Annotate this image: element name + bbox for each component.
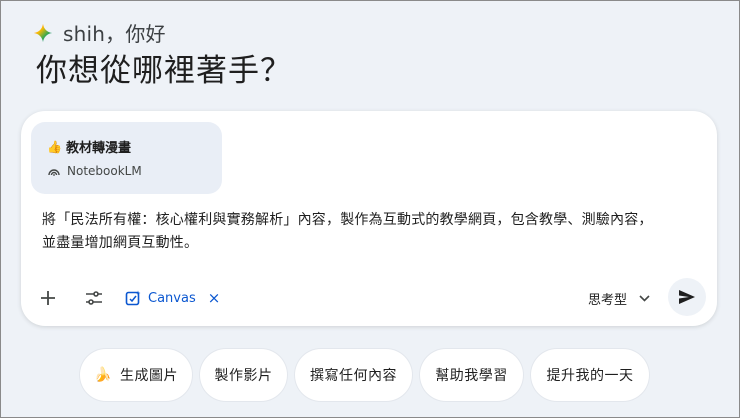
send-button[interactable] [668,278,706,316]
suggestion-boost-my-day[interactable]: 提升我的一天 [531,349,649,401]
prompt-line-1: 將「民法所有權：核心權利與實務解析」內容，製作為互動式的教學網頁，包含教學、測驗… [42,212,653,228]
plus-icon [41,291,55,305]
tools-button[interactable] [81,285,107,311]
remove-canvas-button[interactable]: × [208,289,221,307]
suggestion-chips: 🍌 生成圖片 製作影片 撰寫任何內容 幫助我學習 提升我的一天 [1,349,740,401]
page-title: 你想從哪裡著手？ [36,53,292,89]
mode-label: 思考型 [588,292,628,308]
suggestion-label: 生成圖片 [119,368,178,384]
thumbs-up-emoji: 👍 [47,139,62,154]
suggestion-label: 提升我的一天 [546,368,634,384]
chevron-down-icon [639,294,650,302]
suggestion-make-video[interactable]: 製作影片 [200,349,287,401]
canvas-icon [125,290,141,306]
add-button[interactable] [35,285,61,311]
composer-toolbar: Canvas × 思考型 [21,277,717,317]
model-mode-select[interactable]: 思考型 [588,286,650,310]
canvas-tool-chip[interactable]: Canvas × [125,285,220,311]
attachment-title-text: 教材轉漫畫 [65,141,131,156]
suggestion-help-me-learn[interactable]: 幫助我學習 [420,349,523,401]
suggestion-label: 製作影片 [214,368,273,384]
banana-emoji: 🍌 [94,367,112,383]
greeting-text: shih，你好 [63,22,166,46]
prompt-line-2: 並盡量增加網頁互動性。 [42,235,199,251]
send-icon [679,290,695,304]
attachment-title: 👍 教材轉漫畫 [47,137,131,157]
attachment-source-text: NotebookLM [67,164,142,178]
tools-icon [86,291,102,305]
prompt-composer[interactable]: 👍 教材轉漫畫 NotebookLM 將「民法所有權：核心權利與實務解析」內容，… [21,111,717,326]
suggestion-generate-image[interactable]: 🍌 生成圖片 [80,349,192,401]
suggestion-label: 幫助我學習 [435,368,508,384]
canvas-label: Canvas [148,290,196,306]
gemini-spark-icon [33,23,53,42]
greeting: shih，你好 [33,18,166,47]
suggestion-write-anything[interactable]: 撰寫任何內容 [295,349,412,401]
attached-notebook-card[interactable]: 👍 教材轉漫畫 NotebookLM [31,122,222,194]
notebooklm-icon [48,169,60,176]
prompt-input[interactable]: 將「民法所有權：核心權利與實務解析」內容，製作為互動式的教學網頁，包含教學、測驗… [42,209,702,255]
app-frame: shih，你好 你想從哪裡著手？ 👍 教材轉漫畫 NotebookLM 將「民法… [0,0,740,418]
attachment-source: NotebookLM [48,164,142,178]
suggestion-label: 撰寫任何內容 [310,368,397,384]
